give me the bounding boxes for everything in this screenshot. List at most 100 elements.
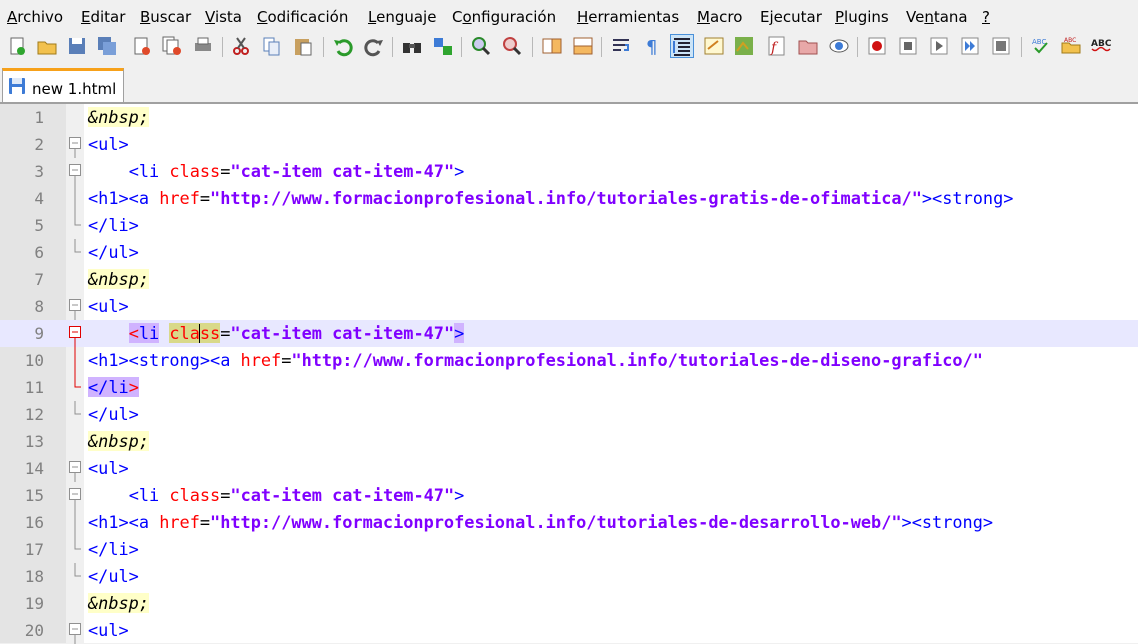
code-token: </ul> [88,404,139,424]
monitoring-icon[interactable] [828,35,850,57]
menu-12[interactable]: ? [982,8,990,26]
menu-9[interactable]: Ejecutar [760,8,822,26]
menu-7[interactable]: Herramientas [577,8,679,26]
menu-5[interactable]: Lenguaje [368,8,436,26]
code-text: </ul> [88,567,139,586]
redo-icon[interactable] [363,35,385,57]
code-line[interactable]: 15 <li class="cat-item cat-item-47"> [0,482,1138,509]
code-line[interactable]: 10 <h1><strong><a href="http://www.formac… [0,347,1138,374]
code-line[interactable]: 19 &nbsp; [0,590,1138,617]
save-icon[interactable] [66,35,88,57]
code-line[interactable]: 20 <ul> [0,617,1138,644]
record-macro-icon[interactable] [866,35,888,57]
open-file-icon[interactable] [36,35,58,57]
run-macro-multiple-icon[interactable] [959,35,981,57]
code-line[interactable]: 13 &nbsp; [0,428,1138,455]
code-line[interactable]: 11 </li> [0,374,1138,401]
tab-bar: new 1.html [0,66,1138,104]
code-token: &nbsp; [88,431,150,451]
sync-horizontal-icon[interactable] [572,35,594,57]
find-icon[interactable] [401,35,423,57]
toolbar-separator [222,37,223,57]
word-wrap-icon[interactable] [610,35,632,57]
copy-icon[interactable] [261,35,283,57]
close-icon[interactable] [131,35,153,57]
close-all-icon[interactable] [161,35,183,57]
code-line[interactable]: 1 &nbsp; [0,104,1138,131]
fold-toggle-icon[interactable] [66,617,84,644]
code-token: <li [128,161,160,181]
menu-4[interactable]: Codificación [257,8,348,26]
code-token: <h1><strong><a [88,350,231,370]
new-file-icon[interactable] [6,35,28,57]
print-icon[interactable] [192,35,214,57]
menu-11[interactable]: Ventana [906,8,968,26]
replace-icon[interactable] [432,35,454,57]
code-token: > [128,377,139,397]
document-map-icon[interactable] [733,35,755,57]
menu-1[interactable]: Editar [81,8,125,26]
menu-bar: Archivo Editar Buscar Vista Codificación Leng… [0,0,1138,34]
code-line[interactable]: 8 <ul> [0,293,1138,320]
abc-icon[interactable]: ABC [1090,35,1112,57]
code-text: <ul> [88,459,129,478]
code-line[interactable]: 5 </li> [0,212,1138,239]
fold-toggle-icon[interactable] [66,293,84,320]
code-text: <ul> [88,297,129,316]
code-token: href [159,188,200,208]
code-line[interactable]: 17 </li> [0,536,1138,563]
code-line[interactable]: 16 <h1><a href="http://www.formacionprofe… [0,509,1138,536]
stop-macro-icon[interactable] [897,35,919,57]
fold-toggle-icon[interactable] [66,131,84,158]
code-line[interactable]: 3 <li class="cat-item cat-item-47"> [0,158,1138,185]
save-macro-icon[interactable] [990,35,1012,57]
code-line[interactable]: 7 &nbsp; [0,266,1138,293]
indent-guide-icon[interactable] [670,34,694,58]
undo-icon[interactable] [332,35,354,57]
code-line[interactable]: 9 <li class="cat-item cat-item-47"> [0,320,1138,347]
code-text: </ul> [88,405,139,424]
zoom-in-icon[interactable] [470,35,492,57]
user-language-icon[interactable] [703,35,725,57]
menu-3[interactable]: Vista [205,8,242,26]
code-token: <ul> [88,134,129,154]
code-line[interactable]: 2 <ul> [0,131,1138,158]
code-token: </li> [88,215,139,235]
fold-toggle-icon[interactable] [66,455,84,482]
menu-8[interactable]: Macro [697,8,742,26]
menu-10[interactable]: Plugins [835,8,889,26]
folder-workspace-icon[interactable] [797,35,819,57]
code-token: <ul> [88,458,129,478]
menu-0[interactable]: Archivo [7,8,63,26]
save-all-icon[interactable] [96,35,118,57]
spell-check-icon[interactable]: ABC [1030,35,1052,57]
code-text: &nbsp; [88,107,150,127]
zoom-out-icon[interactable] [501,35,523,57]
menu-2[interactable]: Buscar [140,8,191,26]
toolbar: ¶ f ABC ABC ABC [0,34,1138,66]
fold-toggle-icon[interactable] [66,320,84,347]
code-editor[interactable]: 1 &nbsp; 2 <ul> 3 <li class="cat-item cat-it… [0,104,1138,644]
tab-new1-html[interactable]: new 1.html [2,68,124,102]
function-list-icon[interactable]: f [766,35,788,57]
code-token: cla [169,323,200,343]
line-number: 2 [34,135,44,154]
paste-icon[interactable] [292,35,314,57]
code-line[interactable]: 14 <ul> [0,455,1138,482]
fold-toggle-icon[interactable] [66,482,84,509]
spell-folder-icon[interactable]: ABC [1060,35,1082,57]
code-line[interactable]: 6 </ul> [0,239,1138,266]
cut-icon[interactable] [230,35,252,57]
show-all-chars-icon[interactable]: ¶ [641,35,663,57]
play-macro-icon[interactable] [928,35,950,57]
code-line[interactable]: 18 </ul> [0,563,1138,590]
code-text: &nbsp; [88,269,150,289]
line-number: 17 [24,540,44,559]
fold-toggle-icon[interactable] [66,158,84,185]
menu-6[interactable]: Configuración [452,8,556,26]
code-line[interactable]: 12 </ul> [0,401,1138,428]
code-line[interactable]: 4 <h1><a href="http://www.formacionprofes… [0,185,1138,212]
code-text: </ul> [88,243,139,262]
line-number: 3 [34,162,44,181]
sync-vertical-icon[interactable] [541,35,563,57]
